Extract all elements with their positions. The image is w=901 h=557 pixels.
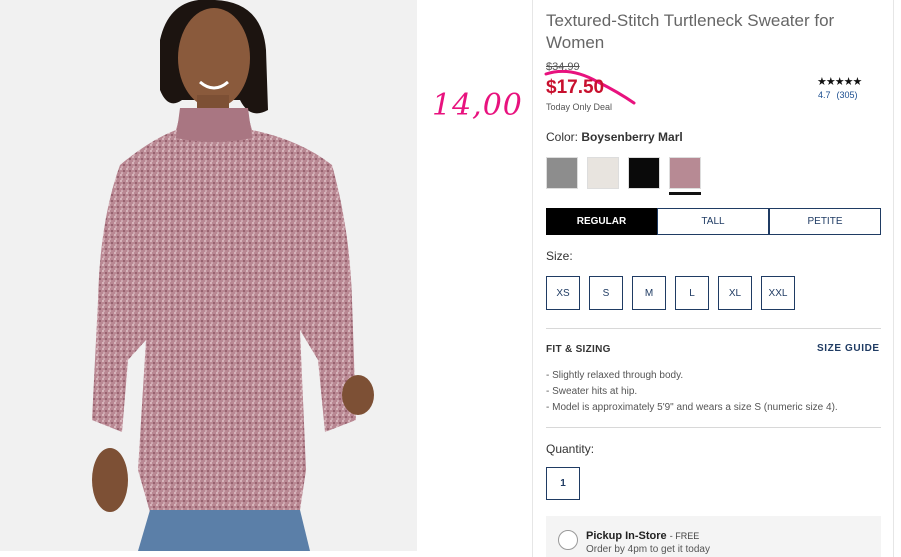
size-option-s[interactable]: S <box>589 276 623 310</box>
section-divider <box>546 427 881 428</box>
size-option-m[interactable]: M <box>632 276 666 310</box>
swatch-black[interactable] <box>628 157 660 189</box>
size-option-xs[interactable]: XS <box>546 276 580 310</box>
original-price: $34.99 <box>546 61 580 73</box>
pickup-title: Pickup In-Store - FREE <box>586 530 699 542</box>
size-guide-link[interactable]: SIZE GUIDE <box>817 343 880 354</box>
color-label: Color: Boysenberry Marl <box>546 130 683 144</box>
product-title: Textured-Stitch Turtleneck Sweater for W… <box>546 11 835 52</box>
fit-tab-tall[interactable]: TALL <box>657 208 769 235</box>
fit-sizing-heading: FIT & SIZING <box>546 344 611 355</box>
fit-tab-petite[interactable]: PETITE <box>769 208 881 235</box>
size-label: Size: <box>546 249 573 263</box>
pickup-cutoff-text: Order by 4pm to get it today <box>586 544 710 555</box>
handwritten-price-annotation: 14,00 <box>432 88 523 123</box>
color-label-prefix: Color: <box>546 130 579 144</box>
fit-detail-item: Slightly relaxed through body. <box>546 368 838 384</box>
section-divider <box>546 328 881 329</box>
selected-swatch-indicator <box>669 192 701 195</box>
pickup-in-store-option[interactable]: Pickup In-Store - FREE Order by 4pm to g… <box>546 516 881 557</box>
review-count-link[interactable]: (305) <box>837 90 858 100</box>
fit-detail-item: Sweater hits at hip. <box>546 384 838 400</box>
rating-value: 4.7 <box>818 90 831 100</box>
fit-details-list: Slightly relaxed through body. Sweater h… <box>546 368 838 416</box>
swatch-oatmeal[interactable] <box>587 157 619 189</box>
product-photo <box>0 0 417 551</box>
pickup-radio-button[interactable] <box>558 530 578 550</box>
product-details-panel: Textured-Stitch Turtleneck Sweater for W… <box>532 0 894 557</box>
product-photo-illustration <box>0 0 417 551</box>
swatch-boysenberry-marl[interactable] <box>669 157 701 189</box>
sale-price: $17.50 <box>546 77 605 98</box>
size-option-xl[interactable]: XL <box>718 276 752 310</box>
selected-color-name: Boysenberry Marl <box>581 130 683 144</box>
size-option-xxl[interactable]: XXL <box>761 276 795 310</box>
fit-detail-item: Model is approximately 5'9" and wears a … <box>546 400 838 416</box>
pickup-free-label: - FREE <box>669 531 700 541</box>
rating-summary[interactable]: 4.7 (305) <box>818 90 864 100</box>
deal-label: Today Only Deal <box>546 102 613 112</box>
fit-tab-regular[interactable]: REGULAR <box>546 208 657 235</box>
rating-stars-icon[interactable]: ★★★★★ <box>817 75 862 88</box>
quantity-label: Quantity: <box>546 442 595 456</box>
pickup-title-text: Pickup In-Store <box>586 530 667 542</box>
size-option-l[interactable]: L <box>675 276 709 310</box>
quantity-selector[interactable]: 1 <box>546 467 580 500</box>
swatch-heather-gray[interactable] <box>546 157 578 189</box>
